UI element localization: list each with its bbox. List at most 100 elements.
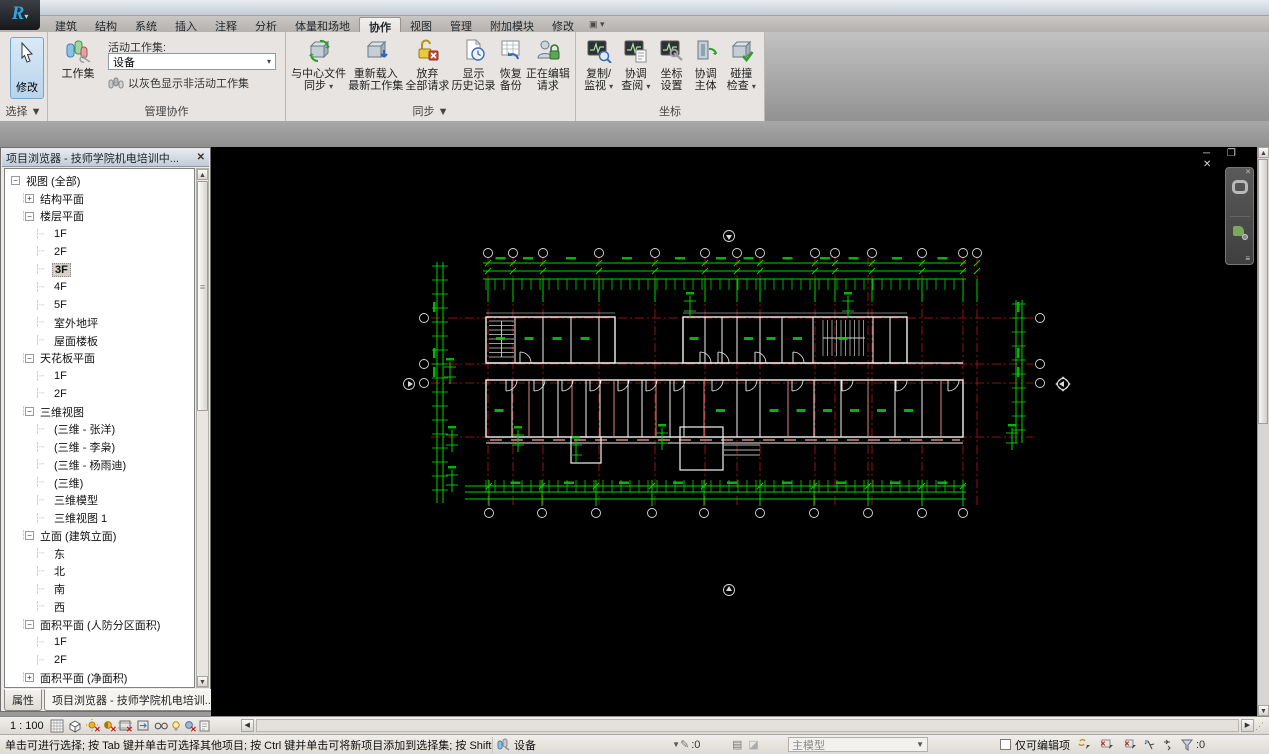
tree-item-2F[interactable]: ┆ ┈ 2F	[5, 243, 194, 261]
tree-item-3F[interactable]: ┆ ┈ 3F	[5, 261, 194, 279]
tree-item-西[interactable]: ┆ ┈ 西	[5, 598, 194, 616]
canvas-scroll-up-icon[interactable]: ▲	[1258, 147, 1269, 158]
tree-item-面积平面 (净面积)[interactable]: ┆ + 面积平面 (净面积)	[5, 669, 194, 687]
tree-item-面积平面 (人防分区面积)[interactable]: ┆ − 面积平面 (人防分区面积)	[5, 616, 194, 634]
modify-button[interactable]: 修改	[10, 37, 44, 99]
canvas-vertical-scrollbar[interactable]: ▲ ▼	[1257, 147, 1269, 716]
tab-分析[interactable]: 分析	[246, 17, 286, 33]
gray-inactive-worksets-toggle[interactable]: 以灰色显示非活动工作集	[108, 75, 249, 91]
tree-item-2F[interactable]: ┆ ┈ 2F	[5, 651, 194, 669]
tab-插入[interactable]: 插入	[166, 17, 206, 33]
tree-item-视图 (全部)[interactable]: − 视图 (全部)	[5, 172, 194, 190]
tree-item-室外地坪[interactable]: ┆ ┈ 室外地坪	[5, 314, 194, 332]
horizontal-scrollbar[interactable]	[255, 719, 1239, 732]
tree-item-三维视图 1[interactable]: ┆ ┈ 三维视图 1	[5, 509, 194, 527]
tree-item-4F[interactable]: ┆ ┈ 4F	[5, 279, 194, 297]
tree-item-2F[interactable]: ┆ ┈ 2F	[5, 385, 194, 403]
tree-item-南[interactable]: ┆ ┈ 南	[5, 580, 194, 598]
复制/监视-button[interactable]: 复制/监视 ▾	[584, 37, 613, 93]
tree-item-1F[interactable]: ┆ ┈ 1F	[5, 367, 194, 385]
close-icon[interactable]: ✕	[197, 152, 205, 163]
tree-item-楼层平面[interactable]: ┆ − 楼层平面	[5, 208, 194, 226]
collapse-icon[interactable]: −	[25, 353, 34, 363]
正在编辑请求-button[interactable]: 正在编辑 请求	[526, 37, 570, 92]
selection-toggle-icons[interactable]: ✕ ✕ :0	[1078, 737, 1205, 753]
steering-wheel-icon[interactable]	[1232, 180, 1248, 194]
canvas-scrollbar-thumb[interactable]	[1258, 159, 1268, 424]
view-scale[interactable]: 1 : 100	[0, 720, 50, 732]
resize-grip[interactable]: ⋰	[1255, 719, 1269, 733]
collapse-icon[interactable]: −	[25, 620, 34, 630]
project-browser-tree[interactable]: − 视图 (全部) ┆ + 结构平面 ┆ − 楼层平面 ┆ ┈ 1F ┆ ┈ 2F ┆ ┈ 3F ┆ ┈ 4F ┆ ┈ 5F…	[4, 168, 195, 688]
editable-only-checkbox[interactable]: 仅可编辑项	[1000, 737, 1070, 753]
expand-icon[interactable]: +	[25, 673, 34, 683]
tree-item-三维视图[interactable]: ┆ − 三维视图	[5, 403, 194, 421]
tab-properties[interactable]: 属性	[4, 689, 42, 711]
tab-建筑[interactable]: 建筑	[46, 17, 86, 33]
expand-icon[interactable]: +	[25, 194, 34, 204]
ribbon-display-toggle[interactable]: ▣ ▾	[583, 17, 611, 32]
collapse-icon[interactable]: −	[25, 531, 34, 541]
collapse-icon[interactable]: −	[25, 211, 34, 221]
worksets-button[interactable]: 工作集	[56, 38, 100, 80]
navbar-menu-icon[interactable]: ≡	[1245, 254, 1250, 263]
sync-panel-label[interactable]: 同步 ▼	[286, 103, 575, 119]
tree-item-立面 (建筑立面)[interactable]: ┆ − 立面 (建筑立面)	[5, 527, 194, 545]
hscroll-right-icon[interactable]: ▶	[1241, 719, 1254, 732]
tree-item-5F[interactable]: ┆ ┈ 5F	[5, 296, 194, 314]
tab-系统[interactable]: 系统	[126, 17, 166, 33]
application-menu-button[interactable]: R▾	[0, 0, 40, 30]
tree-item-(三维 - 李枭)[interactable]: ┆ ┈ (三维 - 李枭)	[5, 438, 194, 456]
tree-item-天花板平面[interactable]: ┆ − 天花板平面	[5, 350, 194, 368]
重新载入最新工作集-button[interactable]: 重新载入 最新工作集	[348, 37, 403, 92]
tree-scrollbar-thumb[interactable]	[197, 181, 208, 411]
navigation-bar[interactable]: ✕ ≡	[1225, 167, 1254, 265]
tab-project-browser[interactable]: 项目浏览器 - 技师学院机电培训...	[44, 689, 222, 711]
scroll-down-icon[interactable]: ▼	[197, 676, 208, 687]
checkbox-box[interactable]	[1000, 739, 1011, 750]
view-control-icons[interactable]: ✕ ✕ ✕ ✕	[50, 718, 240, 734]
与中心文件同步-button[interactable]: 与中心文件 同步 ▾	[291, 37, 346, 93]
status-workset-combo[interactable]: 设备 ▼	[492, 736, 680, 753]
tab-注释[interactable]: 注释	[206, 17, 246, 33]
tree-item-三维模型[interactable]: ┆ ┈ 三维模型	[5, 492, 194, 510]
协调查阅-button[interactable]: 协调 查阅 ▾	[621, 37, 650, 93]
canvas-scroll-down-icon[interactable]: ▼	[1258, 705, 1269, 716]
floor-plan-drawing[interactable]	[211, 147, 1257, 716]
design-options-icons[interactable]: ▤ ◪	[732, 738, 788, 751]
scroll-up-icon[interactable]: ▲	[197, 169, 208, 180]
tab-视图[interactable]: 视图	[401, 17, 441, 33]
tree-item-东[interactable]: ┆ ┈ 东	[5, 545, 194, 563]
collapse-icon[interactable]: −	[11, 176, 20, 186]
drawing-area[interactable]: ─ ❐ ✕ ✕ ≡	[211, 147, 1257, 716]
tree-item-(三维)[interactable]: ┆ ┈ (三维)	[5, 474, 194, 492]
tree-item-屋面楼板[interactable]: ┆ ┈ 屋面楼板	[5, 332, 194, 350]
hscroll-left-icon[interactable]: ◀	[240, 719, 254, 732]
tree-item-1F[interactable]: ┆ ┈ 1F	[5, 225, 194, 243]
select-panel-label[interactable]: 选择 ▼	[0, 103, 47, 119]
navbar-close-icon[interactable]: ✕	[1245, 168, 1251, 176]
tab-结构[interactable]: 结构	[86, 17, 126, 33]
tab-附加模块[interactable]: 附加模块	[481, 17, 543, 33]
tree-item-(三维 - 张洋)[interactable]: ┆ ┈ (三维 - 张洋)	[5, 421, 194, 439]
tab-协作[interactable]: 协作	[359, 17, 401, 34]
project-browser-titlebar[interactable]: 项目浏览器 - 技师学院机电培训中... ✕	[2, 149, 209, 167]
tab-修改[interactable]: 修改	[543, 17, 583, 33]
tree-item-结构平面[interactable]: ┆ + 结构平面	[5, 190, 194, 208]
editing-requests-indicator[interactable]: ✎ :0	[680, 738, 732, 752]
tree-scrollbar[interactable]: ▲ ▼	[196, 168, 209, 688]
碰撞检查-button[interactable]: 碰撞 检查 ▾	[727, 37, 756, 93]
tab-管理[interactable]: 管理	[441, 17, 481, 33]
显示历史记录-button[interactable]: 显示 历史记录	[452, 37, 496, 92]
放弃全部请求-button[interactable]: 放弃 全部请求	[405, 37, 449, 92]
tree-item-1F[interactable]: ┆ ┈ 1F	[5, 634, 194, 652]
tree-item-北[interactable]: ┆ ┈ 北	[5, 563, 194, 581]
tab-体量和场地[interactable]: 体量和场地	[286, 17, 359, 33]
tree-item-面积平面 (总建筑面积)[interactable]: ┆+面积平面 (总建筑面积)	[5, 687, 194, 688]
协调主体-button[interactable]: 协调 主体	[693, 37, 719, 92]
design-option-combo[interactable]: 主模型 ▼	[788, 737, 928, 752]
collapse-icon[interactable]: −	[25, 407, 34, 417]
active-workset-combo[interactable]: 设备 ▾	[108, 53, 276, 70]
恢复备份-button[interactable]: 恢复 备份	[498, 37, 524, 92]
tree-item-(三维 - 杨雨迪)[interactable]: ┆ ┈ (三维 - 杨雨迪)	[5, 456, 194, 474]
